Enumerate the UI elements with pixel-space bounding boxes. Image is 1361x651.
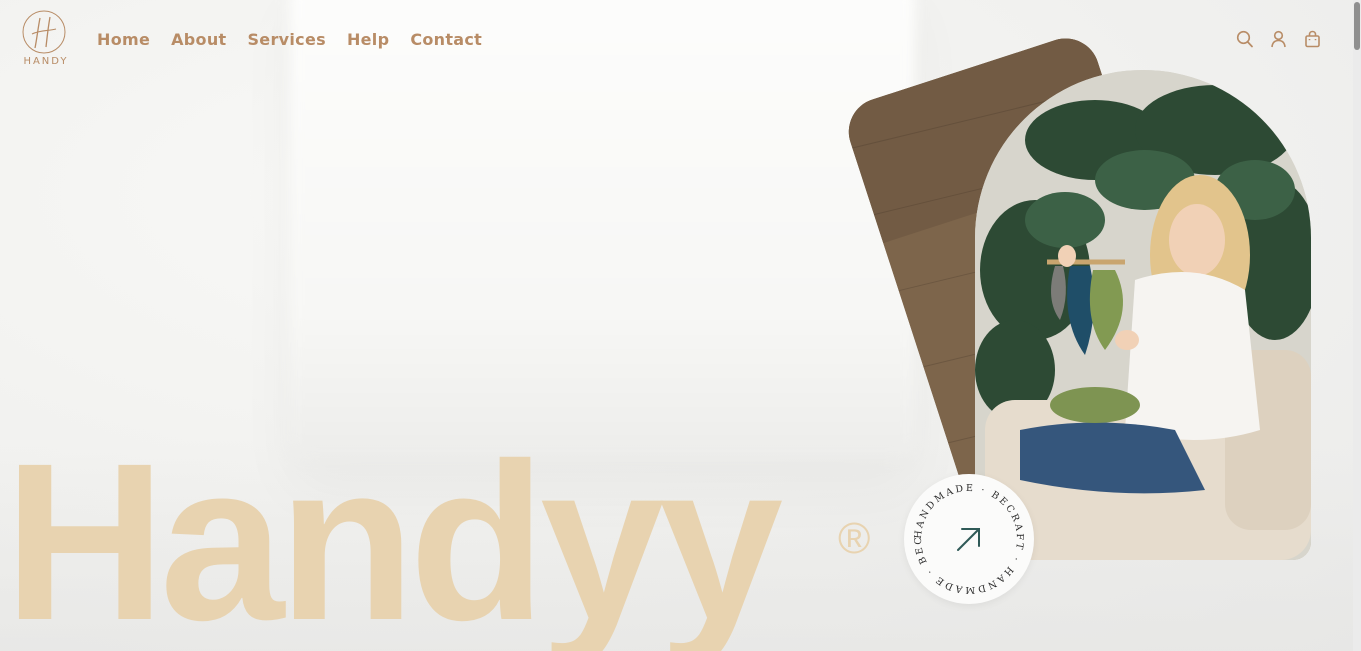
nav-about[interactable]: About	[171, 30, 226, 49]
nav-services[interactable]: Services	[247, 30, 325, 49]
nav-home[interactable]: Home	[97, 30, 150, 49]
header-icons	[1236, 30, 1321, 48]
scrollbar-thumb[interactable]	[1354, 2, 1360, 50]
nav-help[interactable]: Help	[347, 30, 389, 49]
logo-text: HANDY	[23, 56, 69, 67]
hero-title: Handyy	[4, 417, 783, 651]
page-scrollbar[interactable]	[1353, 0, 1361, 651]
background-block	[290, 0, 915, 460]
bag-icon[interactable]	[1304, 30, 1321, 48]
registered-mark: ®	[838, 514, 871, 563]
nav-contact[interactable]: Contact	[410, 30, 482, 49]
search-icon[interactable]	[1236, 30, 1253, 48]
brand-logo[interactable]: HANDY	[18, 8, 74, 70]
logo-mark-icon	[22, 10, 66, 54]
main-nav: Home About Services Help Contact	[97, 30, 482, 49]
arrow-up-right-icon	[957, 528, 980, 551]
user-icon[interactable]	[1270, 30, 1287, 48]
badge-ring-text: HANDMADE · BECRAFT · HANDMADE · BECRAFT …	[904, 474, 1025, 595]
handmade-badge[interactable]: HANDMADE · BECRAFT · HANDMADE · BECRAFT …	[898, 466, 1034, 604]
page: HANDY Home About Services Help Contact H…	[0, 0, 1361, 651]
